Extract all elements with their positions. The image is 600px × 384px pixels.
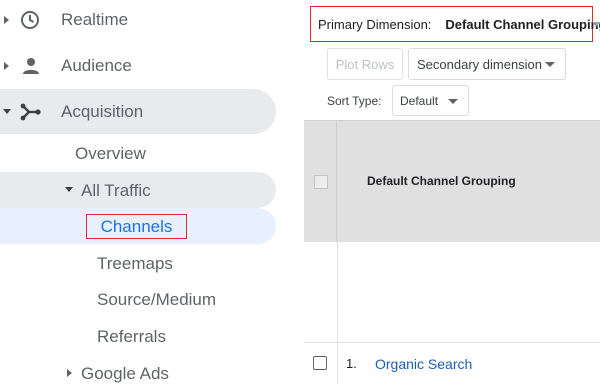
sort-type-dropdown[interactable]: Default — [392, 85, 469, 116]
sidebar-item-overview[interactable]: Overview — [0, 135, 276, 171]
sidebar-item-label: All Traffic — [81, 181, 151, 200]
sidebar-item-audience[interactable]: Audience — [0, 48, 300, 84]
sidebar-item-source-medium[interactable]: Source/Medium — [0, 281, 276, 317]
row-checkbox[interactable] — [313, 356, 327, 370]
sidebar: Realtime Audience Acquisition Overview A… — [0, 0, 304, 384]
primary-dimension-value[interactable]: Default Channel Grouping — [445, 17, 600, 32]
sidebar-item-label: Audience — [61, 56, 132, 75]
sidebar-item-label: Google Ads — [81, 364, 169, 383]
sidebar-item-all-traffic[interactable]: All Traffic — [0, 172, 276, 208]
sidebar-item-acquisition[interactable]: Acquisition — [0, 89, 276, 134]
column-header-dimension[interactable]: Default Channel Grouping — [367, 174, 516, 188]
secondary-dimension-label: Secondary dimension — [417, 56, 543, 72]
chevron-down-icon — [545, 62, 555, 67]
expand-arrow-icon — [4, 62, 9, 70]
sidebar-item-realtime[interactable]: Realtime — [0, 2, 300, 38]
select-all-checkbox[interactable] — [314, 175, 328, 189]
clock-icon — [20, 10, 40, 30]
expand-arrow-icon — [67, 369, 72, 377]
sidebar-item-label: Realtime — [61, 10, 129, 29]
secondary-dimension-dropdown[interactable]: Secondary dimension — [408, 48, 566, 80]
sort-type-label: Sort Type: — [327, 94, 382, 108]
table-row: 1. Organic Search — [304, 342, 600, 384]
sidebar-item-referrals[interactable]: Referrals — [0, 318, 276, 354]
sidebar-item-label: Acquisition — [61, 102, 144, 121]
primary-dimension-label: Primary Dimension: — [318, 16, 432, 32]
row-number: 1. — [346, 356, 357, 371]
table-header: Default Channel Grouping — [304, 120, 600, 243]
sidebar-item-treemaps[interactable]: Treemaps — [0, 245, 276, 281]
report-panel: Primary Dimension: Default Channel Group… — [304, 0, 600, 384]
sidebar-item-google-ads[interactable]: Google Ads — [0, 355, 276, 384]
highlight-box: Channels — [86, 214, 187, 239]
sidebar-item-channels[interactable]: Channels — [0, 208, 276, 244]
column-divider — [337, 343, 338, 384]
chevron-down-icon — [448, 99, 458, 104]
column-divider — [337, 242, 338, 342]
sidebar-item-label: Channels — [100, 216, 173, 236]
person-icon — [21, 56, 41, 76]
sidebar-item-label: Source/Medium — [97, 290, 217, 309]
collapse-arrow-icon — [65, 187, 73, 192]
plot-rows-button[interactable]: Plot Rows — [327, 48, 403, 80]
sidebar-item-label: Referrals — [97, 327, 166, 346]
table-summary-row — [304, 242, 600, 342]
primary-dimension-selector[interactable]: Primary Dimension: Default Channel Group… — [310, 6, 600, 42]
select-all-column — [304, 121, 337, 243]
expand-arrow-icon — [4, 16, 9, 24]
collapse-arrow-icon — [3, 109, 11, 114]
channel-link[interactable]: Organic Search — [375, 356, 472, 372]
sort-type-value: Default — [400, 93, 439, 108]
acquisition-icon — [20, 101, 42, 123]
sidebar-item-label: Treemaps — [97, 254, 173, 273]
chevron-down-icon — [592, 22, 600, 27]
sidebar-item-label: Overview — [75, 144, 146, 163]
plot-rows-label: Plot Rows — [335, 56, 395, 72]
